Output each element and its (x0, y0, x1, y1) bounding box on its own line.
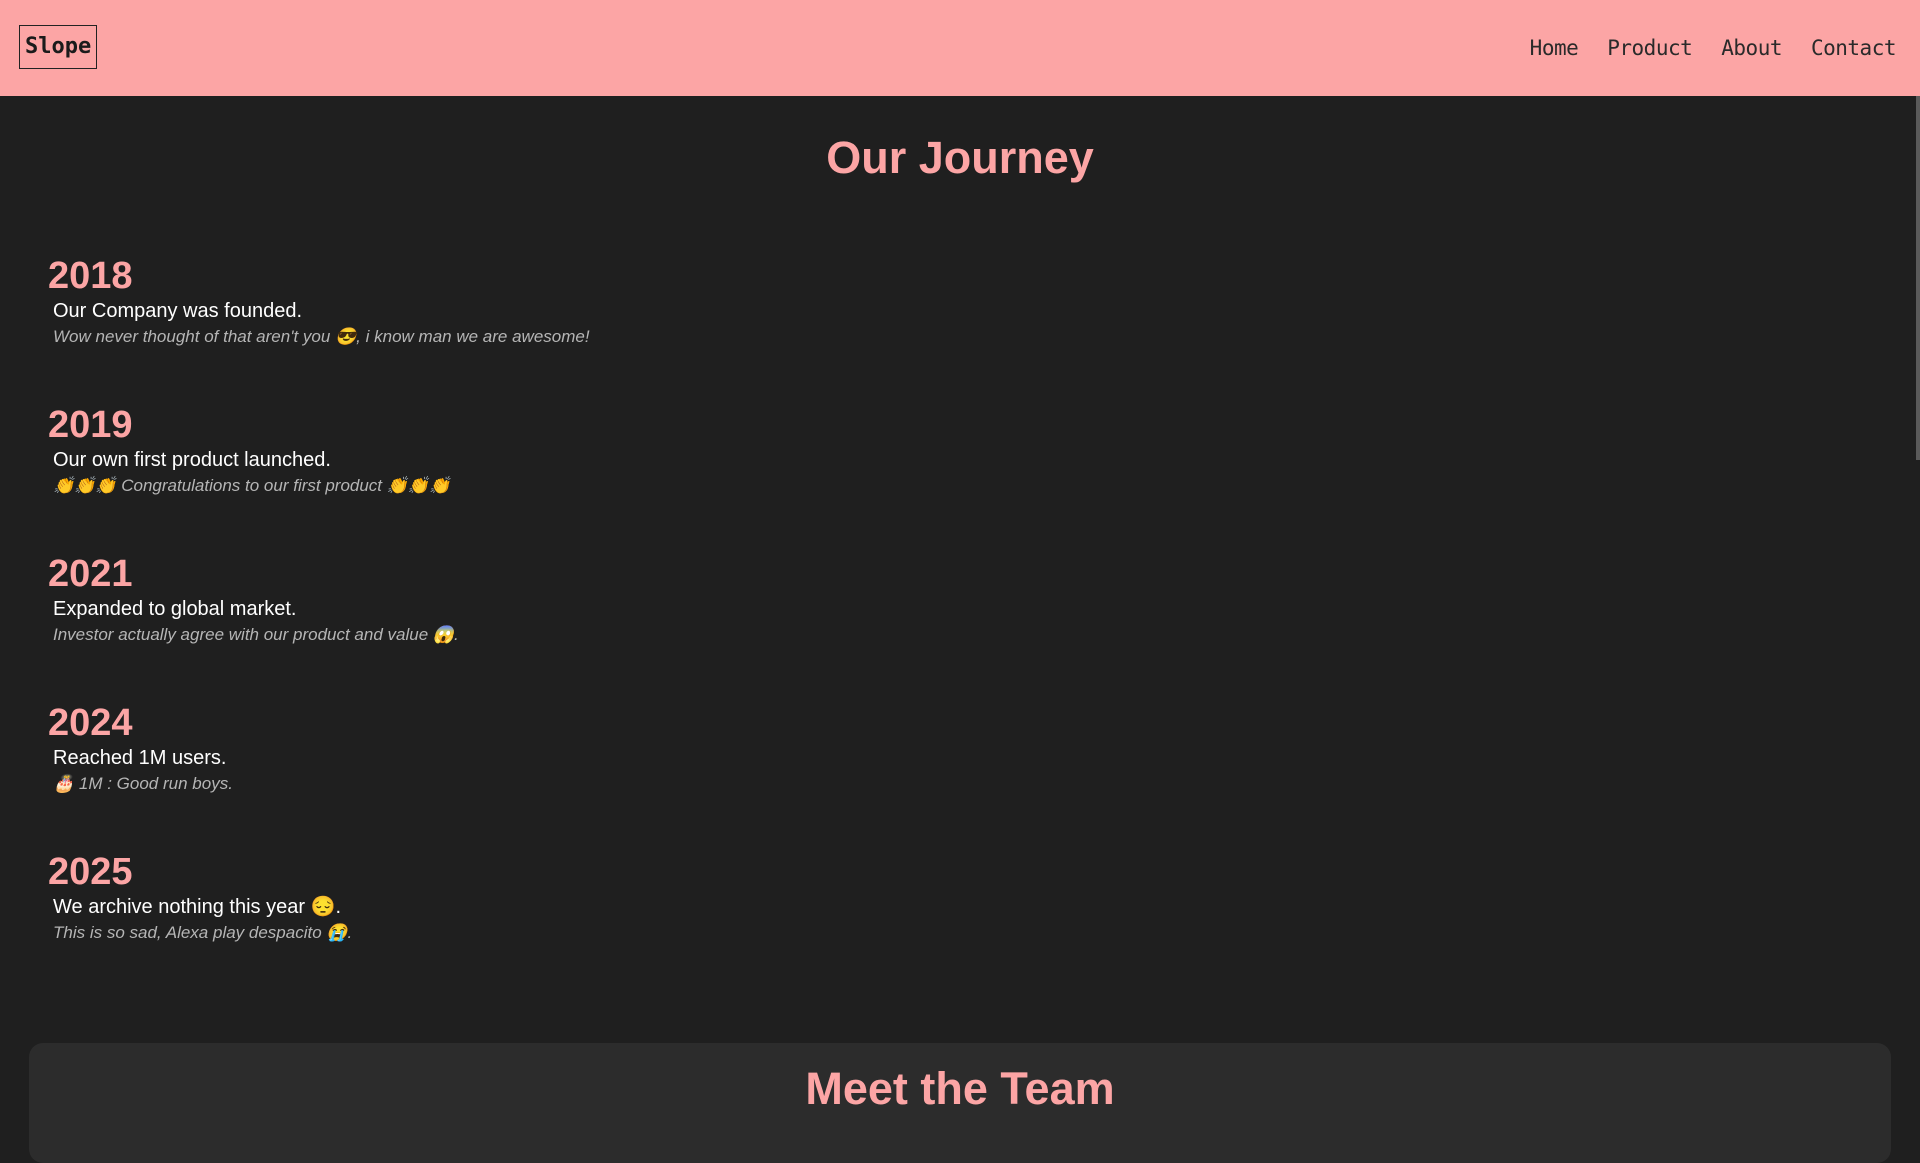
nav-links: Home Product About Contact (1530, 0, 1897, 96)
timeline-note: This is so sad, Alexa play despacito 😭. (53, 923, 353, 942)
timeline-event: Our own first product launched. (53, 449, 331, 471)
nav-link-home[interactable]: Home (1530, 36, 1579, 60)
timeline-event: Our Company was founded. (53, 300, 303, 322)
timeline-item-2019: 2019 Our own first product launched. 👏👏👏… (48, 403, 450, 497)
logo[interactable]: Slope (19, 25, 98, 69)
timeline-item-2021: 2021 Expanded to global market. Investor… (48, 552, 459, 646)
timeline-year: 2018 (48, 255, 133, 297)
nav-link-about[interactable]: About (1721, 36, 1782, 60)
timeline-item-2018: 2018 Our Company was founded. Wow never … (48, 254, 590, 348)
timeline-year: 2024 (48, 702, 133, 744)
page-title: Our Journey (826, 132, 1094, 183)
timeline-note: Wow never thought of that aren't you 😎, … (53, 327, 590, 346)
navbar: Slope Home Product About Contact (0, 0, 1920, 96)
timeline-event: Reached 1M users. (53, 747, 227, 769)
timeline-note: Investor actually agree with our product… (53, 625, 459, 644)
timeline-year: 2019 (48, 404, 133, 446)
timeline-item-2025: 2025 We archive nothing this year 😔. Thi… (48, 850, 352, 944)
timeline-note: 🎂 1M : Good run boys. (53, 774, 233, 793)
timeline-year: 2021 (48, 553, 133, 595)
timeline-year: 2025 (48, 851, 133, 893)
nav-link-contact[interactable]: Contact (1811, 36, 1897, 60)
timeline-item-2024: 2024 Reached 1M users. 🎂 1M : Good run b… (48, 701, 233, 795)
team-section: Meet the Team (29, 1043, 1891, 1163)
timeline-event: Expanded to global market. (53, 598, 297, 620)
nav-link-product[interactable]: Product (1607, 36, 1693, 60)
team-title: Meet the Team (805, 1063, 1115, 1114)
timeline-event: We archive nothing this year 😔. (53, 896, 341, 918)
scrollbar[interactable] (1916, 96, 1920, 460)
timeline-note: 👏👏👏 Congratulations to our first product… (53, 476, 451, 495)
